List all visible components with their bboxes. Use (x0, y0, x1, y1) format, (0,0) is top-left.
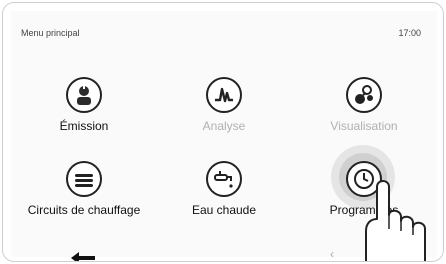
tile-visualisation[interactable]: Visualisation (299, 77, 429, 151)
tile-label: Eau chaude (191, 203, 257, 217)
back-arrow-icon[interactable] (69, 251, 99, 261)
visualisation-icon (346, 77, 382, 113)
tile-label: Analyse (202, 119, 246, 133)
tile-analysis[interactable]: Analyse (159, 77, 289, 151)
tile-label: Circuits de chauffage (27, 203, 141, 217)
finger-touch-icon (341, 171, 443, 261)
page-title: Menu principal (21, 28, 80, 38)
tile-emission[interactable]: Émission (19, 77, 149, 151)
screen: Menu principal 17:00 Émission Analyse Vi… (11, 11, 437, 261)
clock: 17:00 (398, 28, 421, 38)
analysis-icon (206, 77, 242, 113)
heating-circuits-icon (66, 161, 102, 197)
chevron-left-icon[interactable]: ‹ (330, 247, 334, 261)
tile-label: Visualisation (330, 119, 398, 133)
tile-hot-water[interactable]: Eau chaude (159, 161, 289, 235)
device-frame: Menu principal 17:00 Émission Analyse Vi… (2, 2, 444, 262)
hot-water-icon (206, 161, 242, 197)
emission-icon (66, 77, 102, 113)
tile-label: Émission (59, 119, 109, 133)
tile-heating-circuits[interactable]: Circuits de chauffage (19, 161, 149, 235)
